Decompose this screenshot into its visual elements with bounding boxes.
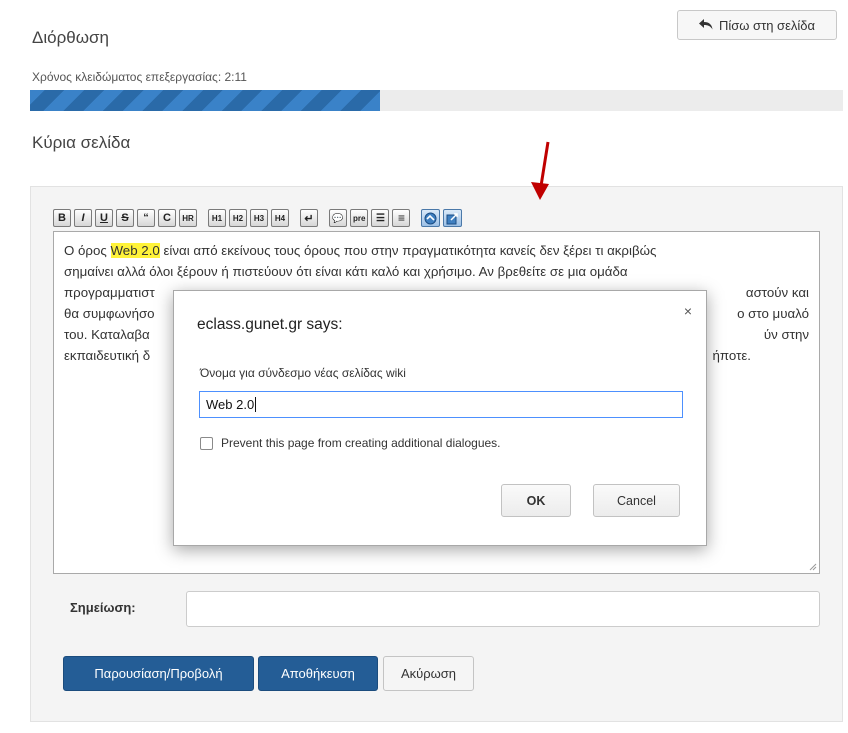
note-label: Σημείωση: (70, 600, 136, 615)
editor-text: αστούν και (745, 285, 809, 300)
cancel-button[interactable]: Ακύρωση (383, 656, 474, 691)
link-name-input[interactable]: Web 2.0 (199, 391, 683, 418)
annotation-arrow-icon (531, 141, 550, 200)
heading4-icon[interactable]: H4 (271, 209, 289, 227)
italic-icon[interactable]: I (74, 209, 92, 227)
dialog-cancel-button[interactable]: Cancel (593, 484, 680, 517)
edit-lock-timer: Χρόνος κλειδώματος επεξεργασίας: 2:11 (32, 70, 247, 84)
editor-text: ήποτε. (712, 348, 751, 363)
note-input[interactable] (186, 591, 820, 627)
code-icon[interactable]: C (158, 209, 176, 227)
internal-link-icon[interactable] (421, 209, 441, 227)
editor-text: Ο όρος (64, 243, 111, 258)
prevent-dialogs-checkbox[interactable] (200, 436, 213, 450)
external-link-icon[interactable] (443, 209, 463, 227)
preview-button[interactable]: Παρουσίαση/Προβολή (63, 656, 254, 691)
underline-icon[interactable]: U (95, 209, 113, 227)
editor-text: θα συμφωνήσο (64, 306, 155, 321)
lock-progress-fill (30, 90, 380, 111)
dialog-message: Όνομα για σύνδεσμο νέας σελίδας wiki (200, 366, 406, 380)
comment-icon[interactable]: 💬 (329, 209, 347, 227)
editor-text: είναι από εκείνους τους όρους που στην π… (159, 243, 657, 258)
heading3-icon[interactable]: H3 (250, 209, 268, 227)
strikethrough-icon[interactable]: S (116, 209, 134, 227)
page-title: Διόρθωση (32, 28, 109, 47)
wiki-toolbar: B I U S “ C HR H1 H2 H3 H4 ↵ 💬 pre ☰ ≡ (53, 208, 465, 228)
heading1-icon[interactable]: H1 (208, 209, 226, 227)
section-title: Κύρια σελίδα (32, 133, 131, 152)
prevent-dialogs-option[interactable]: Prevent this page from creating addition… (200, 436, 501, 450)
editor-text: του. Καταλαβα (64, 327, 150, 342)
horizontal-rule-icon[interactable]: HR (179, 209, 197, 227)
editor-text: εκπαιδευτική δ (64, 348, 151, 363)
bullet-list-icon[interactable]: ☰ (371, 209, 390, 227)
text-caret (255, 397, 257, 412)
resize-grip-icon[interactable] (809, 563, 817, 571)
heading2-icon[interactable]: H2 (229, 209, 247, 227)
save-button[interactable]: Αποθήκευση (258, 656, 378, 691)
lock-progress-bar (30, 90, 843, 111)
editor-text: σημαίνει αλλά όλοι ξέρουν ή πιστεύουν ότ… (64, 264, 628, 279)
editor-text: προγραμματιστ (64, 285, 155, 300)
prompt-dialog: eclass.gunet.gr says: × Όνομα για σύνδεσ… (173, 290, 707, 546)
link-name-value: Web 2.0 (206, 397, 255, 412)
dialog-title: eclass.gunet.gr says: (197, 316, 343, 333)
bold-icon[interactable]: B (53, 209, 71, 227)
editor-text: ο στο μυαλό (737, 306, 809, 321)
selected-text-highlight: Web 2.0 (110, 243, 160, 258)
quote-icon[interactable]: “ (137, 209, 155, 227)
back-to-page-button[interactable]: Πίσω στη σελίδα (677, 10, 837, 40)
editor-text: ύν στην (763, 327, 809, 342)
ok-button[interactable]: OK (501, 484, 571, 517)
line-break-icon[interactable]: ↵ (300, 209, 318, 227)
prevent-dialogs-label: Prevent this page from creating addition… (221, 436, 501, 450)
back-button-label: Πίσω στη σελίδα (718, 17, 816, 33)
preformatted-icon[interactable]: pre (350, 209, 369, 227)
numbered-list-icon[interactable]: ≡ (392, 209, 411, 227)
reply-arrow-icon (698, 18, 713, 33)
close-icon[interactable]: × (684, 303, 692, 319)
